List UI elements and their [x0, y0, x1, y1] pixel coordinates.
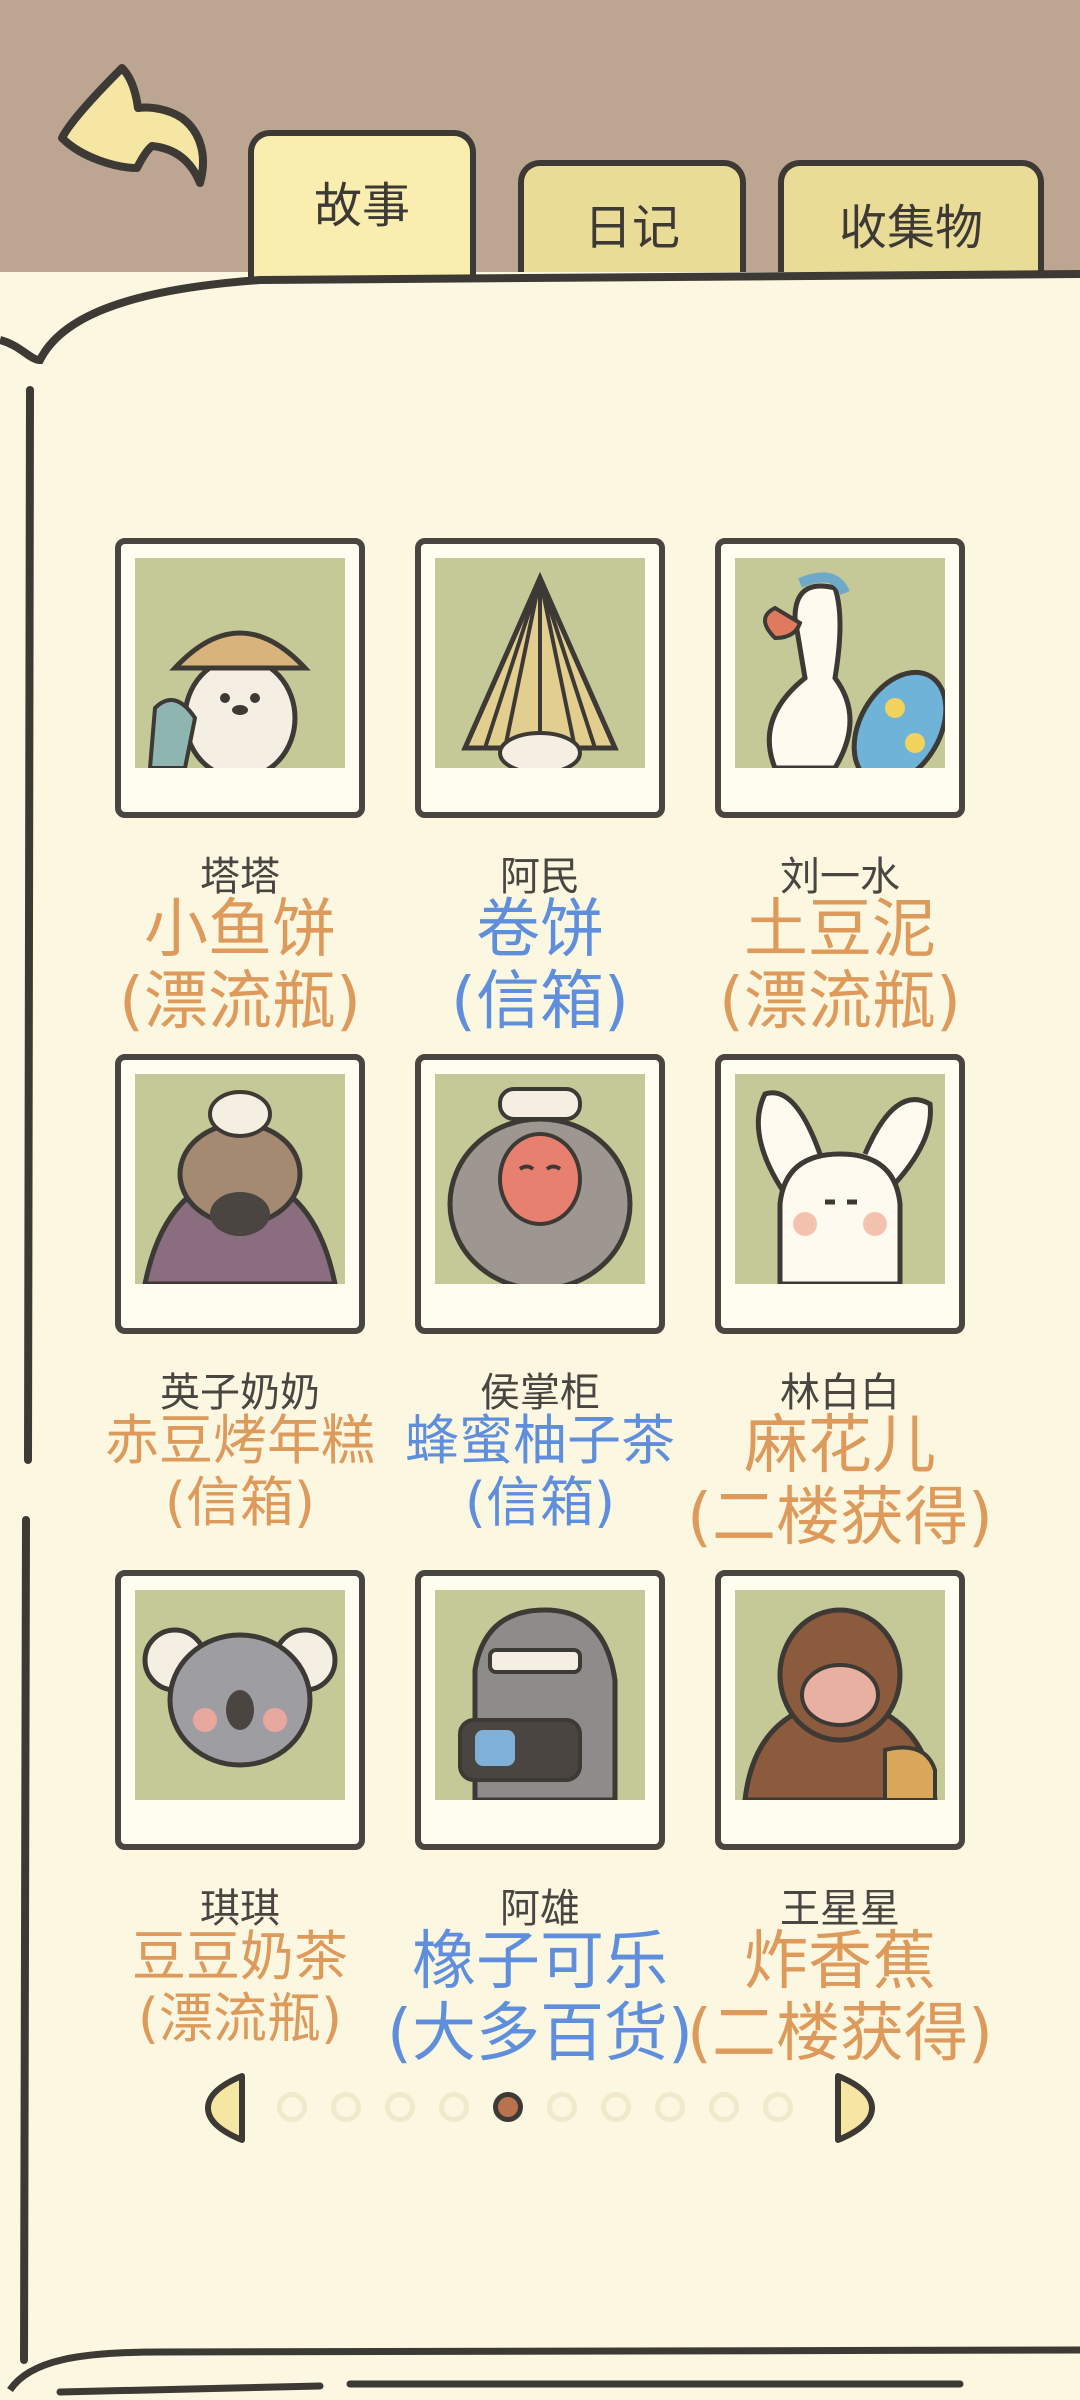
food-source: (二楼获得): [687, 1997, 993, 2071]
food-name: 小鱼饼: [144, 893, 336, 967]
photo-frame: [115, 538, 365, 818]
page-dot[interactable]: [331, 2092, 361, 2122]
food-source: (漂流瓶): [137, 1987, 343, 2050]
page-dot[interactable]: [655, 2092, 685, 2122]
food-item: 土豆泥 (漂流瓶): [670, 894, 1010, 1038]
seal-camera-portrait-icon: [435, 1590, 645, 1800]
page-dot[interactable]: [709, 2092, 739, 2122]
back-arrow-button[interactable]: [52, 58, 242, 228]
left-arrow-icon: [205, 2073, 245, 2143]
otter-straw-hat-portrait-icon: [135, 558, 345, 768]
tab-story[interactable]: 故事: [248, 130, 476, 280]
food-name: 炸香蕉: [744, 1925, 936, 1999]
photo-frame: [715, 1054, 965, 1334]
page-dot[interactable]: [277, 2092, 307, 2122]
page-dot[interactable]: [439, 2092, 469, 2122]
curved-back-arrow-icon: [58, 64, 207, 187]
right-arrow-icon: [835, 2073, 875, 2143]
photo-frame: [115, 1054, 365, 1334]
food-name: 赤豆烤年糕: [105, 1409, 375, 1472]
snow-monkey-portrait-icon: [435, 1074, 645, 1284]
photo-frame: [715, 538, 965, 818]
food-name: 豆豆奶茶: [132, 1925, 348, 1988]
food-item: 橡子可乐 (大多百货): [370, 1926, 710, 2070]
food-source: (漂流瓶): [119, 965, 361, 1039]
goose-surfboard-portrait-icon: [735, 558, 945, 768]
white-rabbit-portrait-icon: [735, 1074, 945, 1284]
tab-story-label: 故事: [313, 178, 410, 234]
food-name: 蜂蜜柚子茶: [405, 1409, 675, 1472]
food-item: 豆豆奶茶 (漂流瓶): [70, 1926, 410, 2050]
food-item: 麻花儿 (二楼获得): [670, 1410, 1010, 1554]
food-source: (信箱): [451, 965, 629, 1039]
food-source: (信箱): [164, 1471, 316, 1534]
food-source: (漂流瓶): [719, 965, 961, 1039]
page-dot[interactable]: [601, 2092, 631, 2122]
food-item: 蜂蜜柚子茶 (信箱): [370, 1410, 710, 1534]
page-dot-active[interactable]: [493, 2092, 523, 2122]
photo-frame: [415, 1570, 665, 1850]
food-source: (二楼获得): [687, 1481, 993, 1555]
platypus-grandma-portrait-icon: [135, 1074, 345, 1284]
photo-frame: [415, 1054, 665, 1334]
food-name: 麻花儿: [744, 1409, 936, 1483]
photo-frame: [415, 538, 665, 818]
page-dot[interactable]: [763, 2092, 793, 2122]
food-name: 卷饼: [476, 893, 604, 967]
page-dot[interactable]: [547, 2092, 577, 2122]
food-name: 橡子可乐: [412, 1925, 668, 1999]
gorilla-portrait-icon: [735, 1590, 945, 1800]
tab-diary-label: 日记: [583, 200, 680, 256]
next-page-button[interactable]: [828, 2070, 878, 2146]
food-item: 炸香蕉 (二楼获得): [670, 1926, 1010, 2070]
tab-collectibles[interactable]: 收集物: [778, 160, 1044, 280]
food-item: 赤豆烤年糕 (信箱): [70, 1410, 410, 1534]
food-source: (信箱): [464, 1471, 616, 1534]
koala-portrait-icon: [135, 1590, 345, 1800]
pagination: [200, 2070, 880, 2150]
photo-frame: [715, 1570, 965, 1850]
straw-cloak-portrait-icon: [435, 558, 645, 768]
food-name: 土豆泥: [744, 893, 936, 967]
tab-diary[interactable]: 日记: [518, 160, 746, 280]
prev-page-button[interactable]: [202, 2070, 252, 2146]
food-item: 卷饼 (信箱): [370, 894, 710, 1038]
page-dot[interactable]: [385, 2092, 415, 2122]
photo-frame: [115, 1570, 365, 1850]
tab-collectibles-label: 收集物: [838, 200, 983, 256]
food-item: 小鱼饼 (漂流瓶): [70, 894, 410, 1038]
food-source: (大多百货): [387, 1997, 693, 2071]
